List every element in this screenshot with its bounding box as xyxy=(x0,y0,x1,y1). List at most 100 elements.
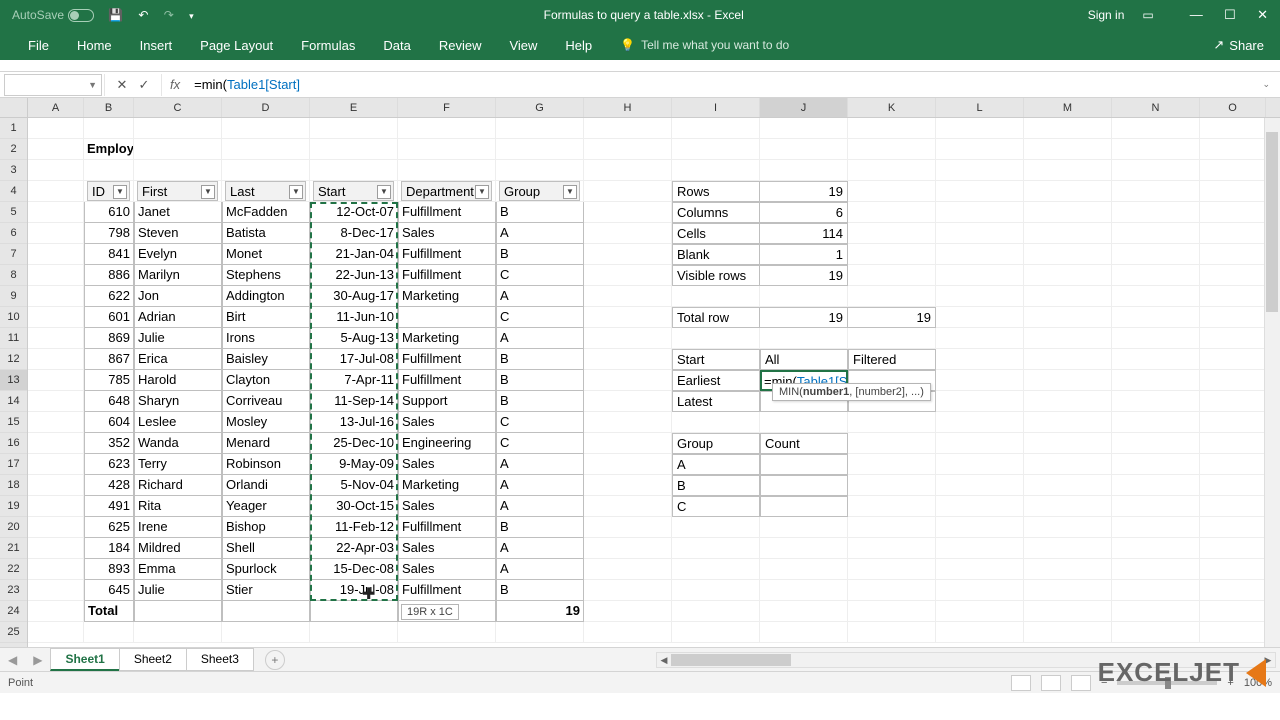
col-header[interactable]: F xyxy=(398,98,496,117)
cell[interactable]: 5-Aug-13 xyxy=(310,328,398,349)
cell[interactable]: 7-Apr-11 xyxy=(310,370,398,391)
cell[interactable] xyxy=(1112,160,1200,181)
cell[interactable] xyxy=(1200,181,1266,202)
tab-home[interactable]: Home xyxy=(63,32,126,59)
cell[interactable] xyxy=(1200,328,1266,349)
redo-icon[interactable]: ↷ xyxy=(164,8,174,22)
cell[interactable] xyxy=(936,517,1024,538)
cell[interactable] xyxy=(28,370,84,391)
cell[interactable]: Leslee xyxy=(134,412,222,433)
cell[interactable]: C xyxy=(496,265,584,286)
cell[interactable] xyxy=(584,160,672,181)
cell[interactable] xyxy=(1024,622,1112,643)
cell[interactable]: Spurlock xyxy=(222,559,310,580)
cell[interactable]: Marketing xyxy=(398,328,496,349)
cell[interactable] xyxy=(584,601,672,622)
cell[interactable]: Emma xyxy=(134,559,222,580)
cell[interactable] xyxy=(936,412,1024,433)
cell[interactable] xyxy=(1200,433,1266,454)
sheet-tab[interactable]: Sheet1 xyxy=(50,648,119,671)
cell[interactable]: 841 xyxy=(84,244,134,265)
cell[interactable]: Stier xyxy=(222,580,310,601)
cell[interactable] xyxy=(84,160,134,181)
cell[interactable]: 19 xyxy=(760,181,848,202)
cell[interactable] xyxy=(1112,496,1200,517)
cell[interactable] xyxy=(936,559,1024,580)
cell[interactable]: A xyxy=(496,223,584,244)
cell[interactable] xyxy=(1024,559,1112,580)
signin-button[interactable]: Sign in xyxy=(1088,8,1125,22)
cell[interactable] xyxy=(28,118,84,139)
cell[interactable] xyxy=(28,139,84,160)
cell[interactable] xyxy=(936,580,1024,601)
col-header[interactable]: H xyxy=(584,98,672,117)
cell[interactable] xyxy=(310,139,398,160)
cell[interactable]: Count xyxy=(760,433,848,454)
cell[interactable]: 19 xyxy=(496,601,584,622)
cell[interactable]: B xyxy=(496,517,584,538)
cell[interactable]: 25-Dec-10 xyxy=(310,433,398,454)
cell[interactable] xyxy=(848,202,936,223)
chevron-down-icon[interactable]: ▼ xyxy=(88,80,97,90)
cell[interactable]: Rita xyxy=(134,496,222,517)
cell[interactable] xyxy=(1024,475,1112,496)
cell[interactable]: Marketing xyxy=(398,475,496,496)
cell[interactable] xyxy=(1024,496,1112,517)
cell[interactable] xyxy=(672,580,760,601)
ribbon-options-icon[interactable]: ▭ xyxy=(1142,8,1153,22)
col-header[interactable]: K xyxy=(848,98,936,117)
cell[interactable] xyxy=(848,118,936,139)
cell[interactable] xyxy=(28,160,84,181)
cell[interactable] xyxy=(760,412,848,433)
cell[interactable]: 491 xyxy=(84,496,134,517)
cell[interactable] xyxy=(1024,181,1112,202)
cell[interactable] xyxy=(936,244,1024,265)
scroll-left-icon[interactable]: ◀ xyxy=(657,653,671,667)
cell[interactable] xyxy=(222,601,310,622)
cell[interactable]: C xyxy=(496,412,584,433)
cell[interactable] xyxy=(760,118,848,139)
tab-page-layout[interactable]: Page Layout xyxy=(186,32,287,59)
cell[interactable] xyxy=(398,160,496,181)
row-header[interactable]: 6 xyxy=(0,223,27,244)
cell[interactable]: 30-Oct-15 xyxy=(310,496,398,517)
cell[interactable]: 6 xyxy=(760,202,848,223)
cell[interactable]: Sales xyxy=(398,559,496,580)
cell[interactable]: 17-Jul-08 xyxy=(310,349,398,370)
cell[interactable] xyxy=(28,601,84,622)
cell[interactable]: B xyxy=(496,244,584,265)
cell[interactable] xyxy=(936,349,1024,370)
row-header[interactable]: 20 xyxy=(0,517,27,538)
cell[interactable]: B xyxy=(496,391,584,412)
cell[interactable]: Total row xyxy=(672,307,760,328)
cell[interactable]: Jon xyxy=(134,286,222,307)
row-header[interactable]: 5 xyxy=(0,202,27,223)
cell[interactable] xyxy=(936,370,1024,391)
cell[interactable] xyxy=(1200,601,1266,622)
cell[interactable]: 645 xyxy=(84,580,134,601)
cell[interactable]: Columns xyxy=(672,202,760,223)
cell[interactable] xyxy=(1112,223,1200,244)
cell[interactable]: A xyxy=(496,559,584,580)
formula-expand-icon[interactable]: ⌄ xyxy=(1252,79,1280,90)
cell[interactable]: 886 xyxy=(84,265,134,286)
close-icon[interactable]: ✕ xyxy=(1257,7,1268,22)
cell[interactable]: 184 xyxy=(84,538,134,559)
cell[interactable] xyxy=(672,517,760,538)
cell[interactable] xyxy=(1024,307,1112,328)
cell[interactable] xyxy=(1112,181,1200,202)
cell[interactable] xyxy=(398,118,496,139)
cell[interactable] xyxy=(848,496,936,517)
cell[interactable] xyxy=(848,265,936,286)
cell[interactable]: Sales xyxy=(398,538,496,559)
cell[interactable]: Department▼ xyxy=(398,181,496,202)
share-button[interactable]: ↗ Share xyxy=(1213,37,1264,53)
cell[interactable]: Group▼ xyxy=(496,181,584,202)
cell[interactable] xyxy=(1200,265,1266,286)
cell[interactable] xyxy=(936,391,1024,412)
cell[interactable] xyxy=(1200,475,1266,496)
cell[interactable] xyxy=(584,181,672,202)
cell[interactable] xyxy=(1200,223,1266,244)
cell[interactable] xyxy=(1112,454,1200,475)
cell[interactable] xyxy=(584,265,672,286)
